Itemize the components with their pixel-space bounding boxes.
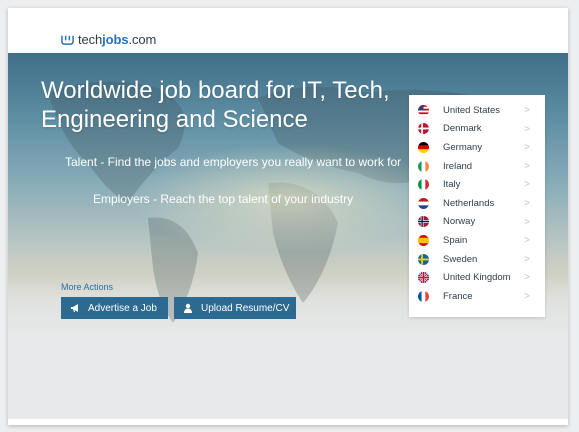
country-item-norway[interactable]: Norway > bbox=[409, 213, 545, 232]
more-actions-label: More Actions bbox=[61, 282, 114, 292]
country-item-spain[interactable]: Spain > bbox=[409, 231, 545, 250]
ie-flag-icon bbox=[418, 160, 429, 172]
nl-flag-icon bbox=[418, 197, 429, 209]
gb-flag-icon bbox=[418, 272, 429, 284]
logo-text: techjobs.com bbox=[78, 31, 157, 47]
it-flag-icon bbox=[418, 179, 429, 191]
country-item-united-states[interactable]: United States > bbox=[409, 101, 545, 120]
chevron-right-icon: > bbox=[524, 197, 530, 209]
chevron-right-icon: > bbox=[524, 290, 530, 302]
hero-title: Worldwide job board for IT, Tech, Engine… bbox=[41, 77, 390, 133]
country-name: Netherlands bbox=[443, 197, 495, 209]
de-flag-icon bbox=[418, 141, 429, 153]
chevron-right-icon: > bbox=[524, 235, 530, 247]
country-name: Norway bbox=[443, 216, 476, 228]
chevron-right-icon: > bbox=[524, 105, 530, 116]
country-item-netherlands[interactable]: Netherlands > bbox=[409, 194, 545, 213]
hero-talent-text: Talent - Find the jobs and employers you… bbox=[65, 155, 402, 169]
country-name: France bbox=[443, 290, 473, 302]
country-name: United Kingdom bbox=[443, 272, 511, 284]
chevron-right-icon: > bbox=[524, 160, 530, 172]
country-item-united-kingdom[interactable]: United Kingdom > bbox=[409, 268, 545, 287]
country-item-ireland[interactable]: Ireland > bbox=[409, 157, 545, 176]
chevron-right-icon: > bbox=[524, 272, 530, 284]
site-logo[interactable]: techjobs.com bbox=[61, 30, 156, 48]
country-item-france[interactable]: France > bbox=[409, 287, 545, 306]
upload-resume-button[interactable]: Upload Resume/CV bbox=[174, 297, 296, 319]
megaphone-icon bbox=[71, 304, 78, 312]
country-item-italy[interactable]: Italy > bbox=[409, 175, 545, 194]
chevron-right-icon: > bbox=[524, 142, 530, 154]
country-item-sweden[interactable]: Sweden > bbox=[409, 250, 545, 269]
user-icon bbox=[184, 303, 192, 313]
country-name: United States bbox=[443, 104, 501, 116]
country-item-denmark[interactable]: Denmark > bbox=[409, 120, 545, 139]
site-header: techjobs.com bbox=[8, 8, 568, 53]
chevron-right-icon: > bbox=[524, 253, 530, 265]
us-flag-icon bbox=[418, 104, 429, 116]
advertise-job-label: Advertise a Job bbox=[88, 302, 157, 314]
es-flag-icon bbox=[418, 234, 429, 246]
se-flag-icon bbox=[418, 253, 429, 265]
country-list: United States > Denmark > Germany > Irel… bbox=[409, 95, 545, 317]
chevron-right-icon: > bbox=[524, 123, 530, 135]
no-flag-icon bbox=[418, 216, 429, 228]
chevron-right-icon: > bbox=[524, 216, 530, 228]
page-frame: techjobs.com Worldwide job board for IT,… bbox=[8, 8, 568, 425]
logo-icon bbox=[61, 35, 74, 45]
country-name: Denmark bbox=[443, 123, 482, 135]
country-name: Italy bbox=[443, 179, 461, 191]
advertise-job-button[interactable]: Advertise a Job bbox=[61, 297, 168, 319]
country-name: Spain bbox=[443, 234, 468, 246]
dk-flag-icon bbox=[418, 123, 429, 135]
chevron-right-icon: > bbox=[524, 179, 530, 191]
hero-employers-text: Employers - Reach the top talent of your… bbox=[93, 192, 354, 206]
fr-flag-icon bbox=[418, 290, 429, 302]
country-name: Sweden bbox=[443, 253, 478, 265]
country-name: Ireland bbox=[443, 160, 473, 172]
country-name: Germany bbox=[443, 141, 483, 153]
country-item-germany[interactable]: Germany > bbox=[409, 138, 545, 157]
upload-resume-label: Upload Resume/CV bbox=[201, 302, 290, 314]
